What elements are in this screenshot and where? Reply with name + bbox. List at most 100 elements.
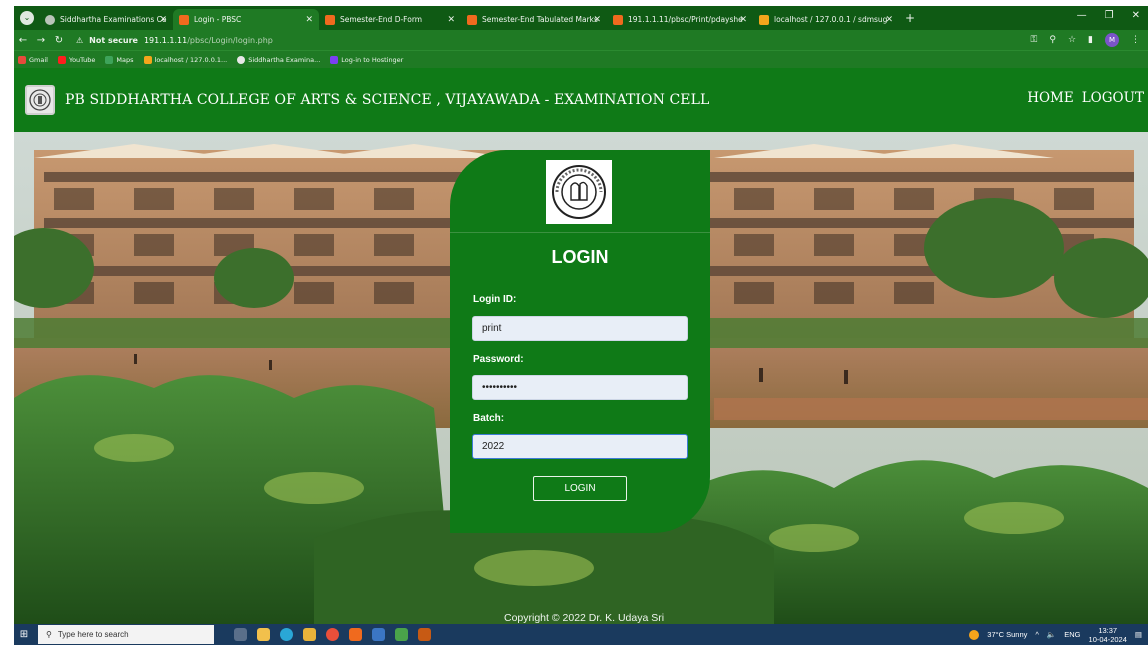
xampp-icon[interactable] xyxy=(349,628,362,641)
new-tab-button[interactable]: + xyxy=(905,11,915,25)
site-header: PB SIDDHARTHA COLLEGE OF ARTS & SCIENCE … xyxy=(14,68,1148,132)
volume-icon[interactable]: 🔈 xyxy=(1047,630,1056,639)
language-indicator[interactable]: ENG xyxy=(1064,630,1080,639)
close-window-icon[interactable]: ✕ xyxy=(1132,10,1140,21)
card-divider xyxy=(450,232,710,233)
login-id-input[interactable] xyxy=(472,316,688,341)
more-icon[interactable]: ⋮ xyxy=(1131,35,1140,45)
close-icon[interactable]: ✕ xyxy=(305,15,313,25)
reload-icon[interactable]: ↻ xyxy=(50,35,68,46)
phpmyadmin-icon xyxy=(143,55,152,64)
bookmark-localhost[interactable]: localhost / 127.0.0.1... xyxy=(143,55,228,64)
address-bar-actions: ⚿ ⚲ ☆ ▮ M ⋮ xyxy=(1031,33,1140,47)
tab-semester-end-dform[interactable]: Semester-End D-Form ✕ xyxy=(319,9,461,30)
tab-search-icon[interactable]: ⌄ xyxy=(20,11,34,25)
zoom-icon[interactable]: ⚲ xyxy=(1049,35,1056,45)
close-icon[interactable]: ✕ xyxy=(593,15,601,25)
xampp-icon xyxy=(325,14,335,25)
close-icon[interactable]: ✕ xyxy=(447,15,455,25)
bookmarks-bar: Gmail YouTube Maps localhost / 127.0.0.1… xyxy=(14,50,1148,68)
folder-icon[interactable] xyxy=(303,628,316,641)
college-seal-icon xyxy=(552,165,606,219)
clock-date: 10-04-2024 xyxy=(1088,634,1127,644)
xampp-icon xyxy=(179,14,189,25)
nav-logout-link[interactable]: LOGOUT xyxy=(1082,90,1144,106)
copyright-text: Copyright © 2022 Dr. K. Udaya Sri xyxy=(504,612,665,624)
address-bar: ← → ↻ ⚠ Not secure 191.1.1.11/pbsc/Login… xyxy=(14,30,1148,50)
system-tray: 37°C Sunny ^ 🔈 ENG 13:37 10-04-2024 ▤ xyxy=(969,624,1142,645)
youtube-icon xyxy=(57,55,66,64)
batch-input[interactable] xyxy=(472,434,688,459)
login-title: LOGIN xyxy=(551,247,609,267)
tab-title: 191.1.1.11/pbsc/Print/pdayshe xyxy=(628,15,743,24)
bookmark-label: localhost / 127.0.0.1... xyxy=(154,55,228,64)
back-icon[interactable]: ← xyxy=(14,35,32,46)
browser-tab-bar: ⌄ Siddhartha Examinations Cell ✕ Login -… xyxy=(14,6,1148,30)
gmail-icon xyxy=(18,55,26,64)
side-panel-icon[interactable]: ▮ xyxy=(1088,35,1093,45)
close-icon[interactable]: ✕ xyxy=(739,15,747,25)
college-emblem-icon xyxy=(29,89,51,111)
site-title: PB SIDDHARTHA COLLEGE OF ARTS & SCIENCE … xyxy=(65,92,710,108)
close-icon[interactable]: ✕ xyxy=(159,15,167,25)
forward-icon[interactable]: → xyxy=(32,35,50,46)
bookmark-gmail[interactable]: Gmail xyxy=(18,55,48,64)
edge-icon[interactable] xyxy=(280,628,293,641)
windows-start-icon[interactable]: ⊞ xyxy=(14,629,34,640)
chrome-icon[interactable] xyxy=(326,628,339,641)
bookmark-youtube[interactable]: YouTube xyxy=(57,55,96,64)
weather-text[interactable]: 37°C Sunny xyxy=(987,630,1027,639)
tab-siddhartha-examinations[interactable]: Siddhartha Examinations Cell ✕ xyxy=(39,9,173,30)
app-icon[interactable] xyxy=(372,628,385,641)
bookmark-label: Gmail xyxy=(29,55,48,64)
search-icon: ⚲ xyxy=(46,630,52,639)
tab-title: Login - PBSC xyxy=(194,15,242,24)
file-explorer-icon[interactable] xyxy=(257,628,270,641)
url-field[interactable]: ⚠ Not secure 191.1.1.11/pbsc/Login/login… xyxy=(76,36,273,45)
tab-print-pdaysheet[interactable]: 191.1.1.11/pbsc/Print/pdayshe ✕ xyxy=(607,9,753,30)
taskbar-apps xyxy=(234,628,431,641)
login-card: LOGIN Login ID: Password: Batch: LOGIN xyxy=(450,150,710,533)
page-content: PB SIDDHARTHA COLLEGE OF ARTS & SCIENCE … xyxy=(14,68,1148,624)
not-secure-label[interactable]: Not secure xyxy=(89,36,138,45)
login-button[interactable]: LOGIN xyxy=(533,476,627,501)
warning-icon[interactable]: ⚠ xyxy=(76,36,83,45)
site-nav: HOME LOGOUT xyxy=(1027,90,1144,106)
college-logo xyxy=(25,85,55,115)
tab-localhost-phpmyadmin[interactable]: localhost / 127.0.0.1 / sdmsug ✕ xyxy=(753,9,899,30)
weather-icon xyxy=(969,629,980,640)
globe-icon xyxy=(237,55,246,64)
tab-semester-end-tabulated[interactable]: Semester-End Tabulated Marks ✕ xyxy=(461,9,607,30)
bookmark-maps[interactable]: Maps xyxy=(105,55,134,64)
clock-time: 13:37 xyxy=(1098,625,1118,635)
notepad-icon[interactable] xyxy=(395,628,408,641)
nav-home-link[interactable]: HOME xyxy=(1027,90,1074,106)
minimize-icon[interactable]: — xyxy=(1077,10,1087,21)
profile-avatar[interactable]: M xyxy=(1105,33,1119,47)
password-input[interactable] xyxy=(472,375,688,400)
star-icon[interactable]: ☆ xyxy=(1068,35,1076,45)
xampp-icon xyxy=(467,14,477,25)
notifications-icon[interactable]: ▤ xyxy=(1135,630,1142,639)
screen: ⌄ Siddhartha Examinations Cell ✕ Login -… xyxy=(14,6,1148,645)
phpmyadmin-icon xyxy=(759,14,769,25)
close-icon[interactable]: ✕ xyxy=(885,15,893,25)
task-view-icon[interactable] xyxy=(234,628,247,641)
tab-title: localhost / 127.0.0.1 / sdmsug xyxy=(774,15,888,24)
taskbar-search[interactable]: ⚲ Type here to search xyxy=(38,625,214,644)
tab-title: Siddhartha Examinations Cell xyxy=(60,15,167,24)
bookmark-label: Siddhartha Examina... xyxy=(248,55,321,64)
maps-icon xyxy=(105,55,114,64)
bookmark-hostinger[interactable]: Log-in to Hostinger xyxy=(330,55,403,64)
tray-chevron-icon[interactable]: ^ xyxy=(1035,630,1039,639)
card-college-logo xyxy=(546,160,612,224)
tab-login-pbsc[interactable]: Login - PBSC ✕ xyxy=(173,9,319,30)
login-id-label: Login ID: xyxy=(473,294,517,305)
key-icon[interactable]: ⚿ xyxy=(1031,35,1038,45)
bookmark-label: YouTube xyxy=(68,55,96,64)
filezilla-icon[interactable] xyxy=(418,628,431,641)
bookmark-siddhartha[interactable]: Siddhartha Examina... xyxy=(237,55,321,64)
tab-title: Semester-End D-Form xyxy=(340,15,423,24)
clock[interactable]: 13:37 10-04-2024 xyxy=(1089,626,1127,644)
restore-icon[interactable]: ❐ xyxy=(1105,10,1114,21)
